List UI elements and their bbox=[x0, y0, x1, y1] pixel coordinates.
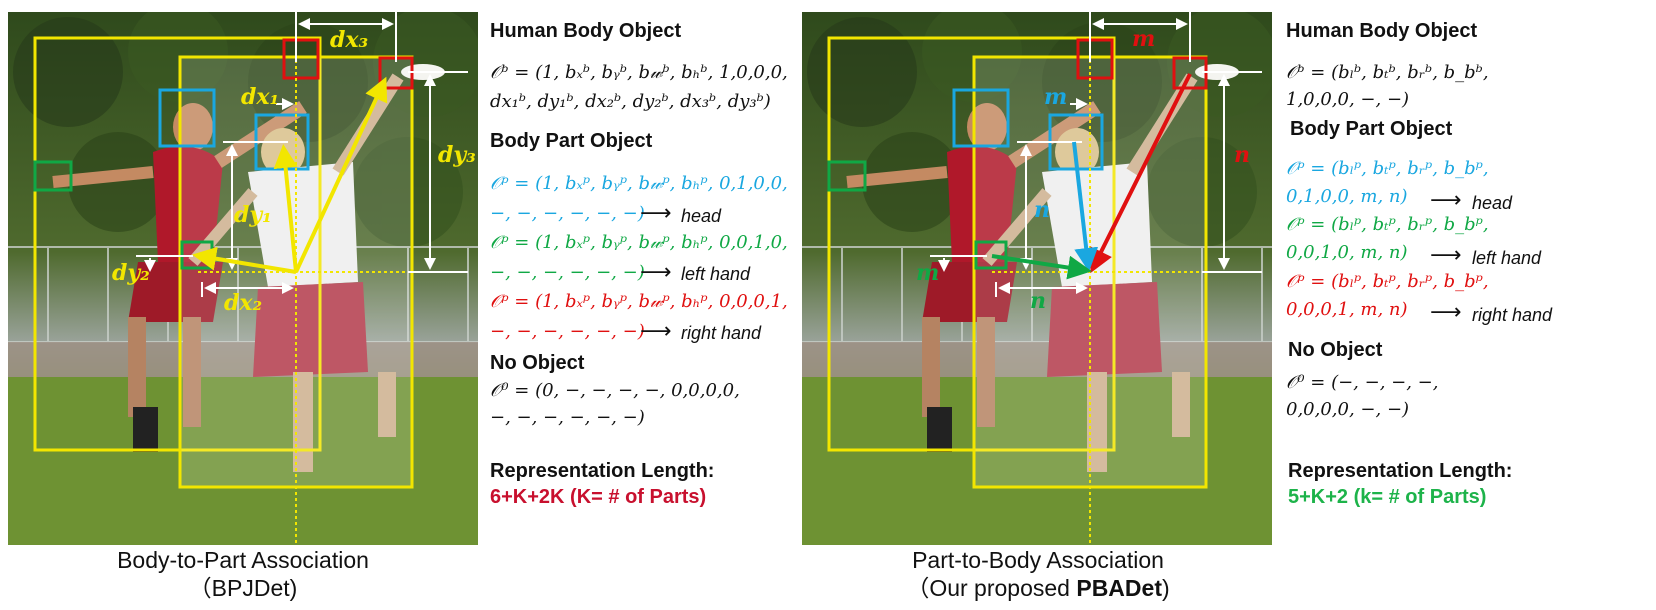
rhand-eq-2: −, −, −, −, −, −) bbox=[490, 321, 645, 342]
arrow-right-icon: ⟶ bbox=[640, 201, 672, 226]
left-caption: Body-to-Part Association （BPJDet) bbox=[0, 546, 493, 602]
left-photo: dx₃ dx₁ dy₃ dy₁ dy₂ dx₂ bbox=[8, 12, 478, 545]
no-object-heading: No Object bbox=[490, 352, 585, 374]
no-object-eq-2: −, −, −, −, −, −) bbox=[490, 407, 645, 428]
label-n-right: n bbox=[1234, 142, 1250, 168]
lhand-tag: left hand bbox=[681, 264, 751, 284]
lhand-eq-2: −, −, −, −, −, −) bbox=[490, 262, 645, 283]
arrow-right-icon: ⟶ bbox=[640, 260, 672, 285]
no-object-heading: No Object bbox=[1288, 339, 1383, 361]
left-panel: dx₃ dx₁ dy₃ dy₁ dy₂ dx₂ Human Body Objec… bbox=[0, 0, 800, 610]
arrow-right-icon: ⟶ bbox=[1430, 243, 1462, 268]
label-dy2: dy₂ bbox=[112, 260, 150, 286]
no-object-eq-1: 𝒪⁰ = (0, −, −, −, −, 0,0,0,0, bbox=[490, 380, 740, 401]
head-eq-1: 𝒪ᵖ = (bₗᵖ, bₜᵖ, bᵣᵖ, b_bᵖ, bbox=[1286, 158, 1489, 179]
rhand-tag: right hand bbox=[1472, 305, 1553, 325]
right-caption-line1: Part-to-Body Association bbox=[912, 547, 1164, 573]
label-dy1: dy₁ bbox=[234, 202, 272, 228]
left-photo-illustration: dx₃ dx₁ dy₃ dy₁ dy₂ dx₂ bbox=[8, 12, 478, 545]
head-tag: head bbox=[681, 206, 722, 226]
left-caption-line1: Body-to-Part Association bbox=[117, 547, 369, 573]
head-eq-1: 𝒪ᵖ = (1, bₓᵖ, bᵧᵖ, b𝓌ᵖ, bₕᵖ, 0,1,0,0, bbox=[490, 173, 788, 194]
lhand-tag: left hand bbox=[1472, 248, 1542, 268]
repr-length-value: 5+K+2 (k= # of Parts) bbox=[1288, 486, 1487, 508]
body-part-heading: Body Part Object bbox=[1290, 118, 1453, 140]
human-body-eq-1: 𝒪ᵇ = (1, bₓᵇ, bᵧᵇ, b𝓌ᵇ, bₕᵇ, 1,0,0,0, bbox=[490, 62, 788, 83]
label-n-bottom: n bbox=[1030, 288, 1046, 314]
lhand-eq-1: 𝒪ᵖ = (1, bₓᵖ, bᵧᵖ, b𝓌ᵖ, bₕᵖ, 0,0,1,0, bbox=[490, 232, 788, 253]
right-caption-suffix: ) bbox=[1161, 575, 1170, 601]
lhand-eq-1: 𝒪ᵖ = (bₗᵖ, bₜᵖ, bᵣᵖ, b_bᵖ, bbox=[1286, 214, 1489, 235]
rhand-eq-1: 𝒪ᵖ = (1, bₓᵖ, bᵧᵖ, b𝓌ᵖ, bₕᵖ, 0,0,0,1, bbox=[490, 291, 788, 312]
label-dx3: dx₃ bbox=[330, 27, 368, 53]
method-name: PBADet bbox=[1076, 575, 1162, 601]
no-object-eq-1: 𝒪⁰ = (−, −, −, −, bbox=[1286, 372, 1439, 393]
label-m-head: m bbox=[1044, 84, 1067, 110]
human-body-heading: Human Body Object bbox=[1286, 20, 1478, 42]
left-caption-line2: （BPJDet) bbox=[188, 575, 298, 601]
human-body-eq-2: 1,0,0,0, −, −) bbox=[1286, 89, 1410, 110]
arrow-right-icon: ⟶ bbox=[640, 319, 672, 344]
no-object-eq-2: 0,0,0,0, −, −) bbox=[1286, 399, 1410, 420]
body-part-heading: Body Part Object bbox=[490, 130, 653, 152]
head-tag: head bbox=[1472, 193, 1513, 213]
right-caption-prefix: （Our proposed bbox=[906, 575, 1077, 601]
repr-length-heading: Representation Length: bbox=[490, 460, 715, 482]
right-caption-line2: （Our proposed PBADet) bbox=[788, 574, 1288, 602]
rhand-eq-2: 0,0,0,1, m, n) bbox=[1286, 299, 1408, 320]
label-m-top: m bbox=[1132, 26, 1155, 52]
rhand-eq-1: 𝒪ᵖ = (bₗᵖ, bₜᵖ, bᵣᵖ, b_bᵖ, bbox=[1286, 271, 1489, 292]
repr-length-heading: Representation Length: bbox=[1288, 460, 1513, 482]
right-panel: m m n n m n Human Body Object 𝒪ᵇ = (bₗᵇ,… bbox=[800, 0, 1656, 610]
label-n-mid: n bbox=[1034, 197, 1050, 223]
head-eq-2: 0,1,0,0, m, n) bbox=[1286, 186, 1408, 207]
lhand-eq-2: 0,0,1,0, m, n) bbox=[1286, 242, 1408, 263]
arrow-right-icon: ⟶ bbox=[1430, 188, 1462, 213]
label-dx1: dx₁ bbox=[241, 84, 279, 110]
human-body-heading: Human Body Object bbox=[490, 20, 682, 42]
label-dx2: dx₂ bbox=[224, 290, 262, 316]
right-photo: m m n n m n bbox=[802, 12, 1272, 545]
label-m-left: m bbox=[916, 260, 939, 286]
right-caption: Part-to-Body Association （Our proposed P… bbox=[788, 546, 1288, 602]
repr-length-value: 6+K+2K (K= # of Parts) bbox=[490, 486, 707, 508]
arrow-right-icon: ⟶ bbox=[1430, 300, 1462, 325]
right-photo-illustration: m m n n m n bbox=[802, 12, 1272, 545]
human-body-eq-2: d𝑥₁ᵇ, d𝑦₁ᵇ, d𝑥₂ᵇ, d𝑦₂ᵇ, d𝑥₃ᵇ, d𝑦₃ᵇ) bbox=[490, 91, 771, 112]
rhand-tag: right hand bbox=[681, 323, 762, 343]
head-eq-2: −, −, −, −, −, −) bbox=[490, 203, 645, 224]
label-dy3: dy₃ bbox=[438, 142, 476, 168]
human-body-eq-1: 𝒪ᵇ = (bₗᵇ, bₜᵇ, bᵣᵇ, b_bᵇ, bbox=[1286, 62, 1489, 83]
